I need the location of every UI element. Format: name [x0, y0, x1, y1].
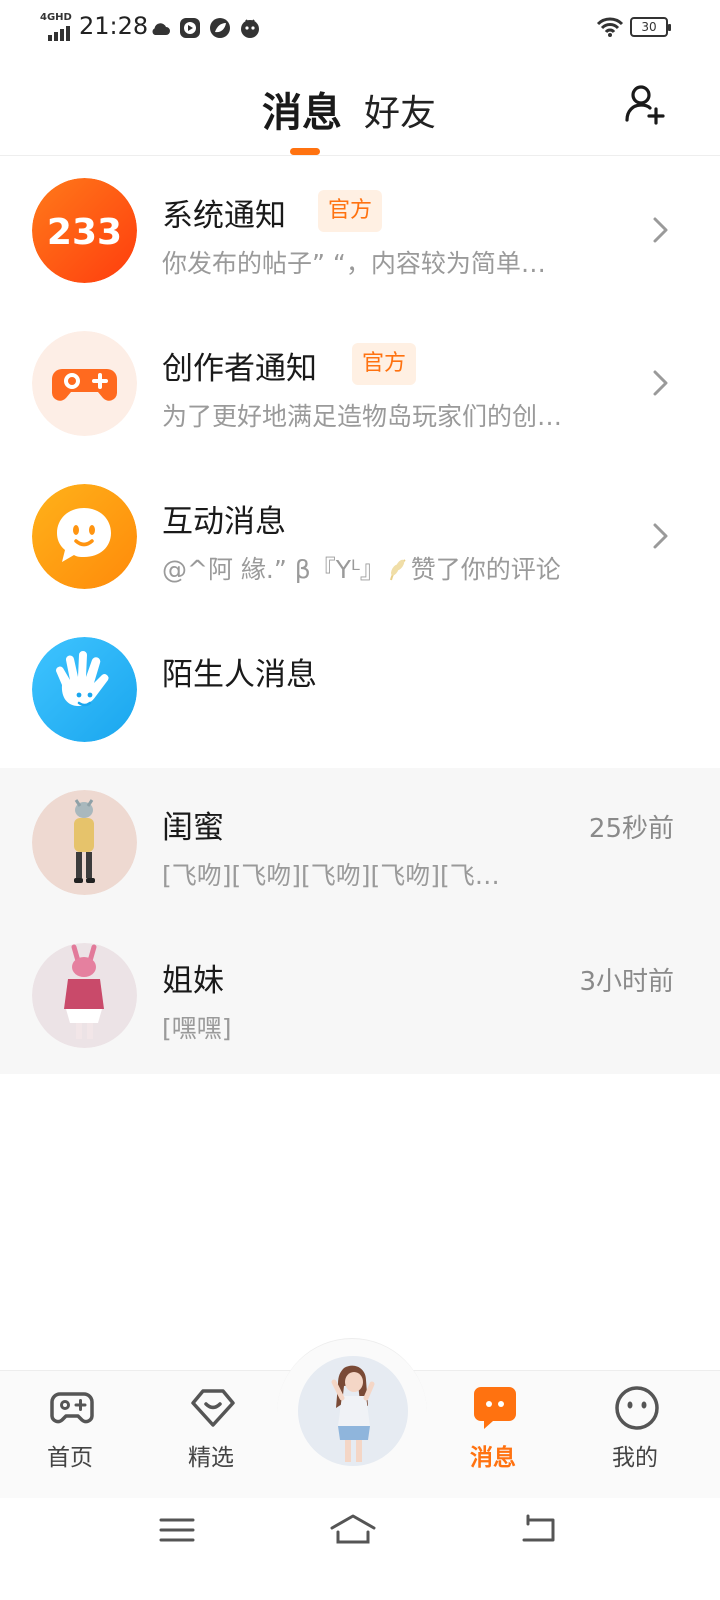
- official-badge: 官方: [318, 190, 383, 232]
- smiley-face-icon: [615, 1386, 659, 1430]
- cloud-icon: [152, 23, 170, 35]
- center-character-avatar[interactable]: [298, 1356, 408, 1466]
- list-item-creator-notice[interactable]: 创作者通知 官方 为了更好地满足造物岛玩家们的创…: [0, 309, 720, 462]
- tab-friends[interactable]: 好友: [364, 84, 436, 136]
- preview-action: 赞了你的评论: [410, 555, 561, 584]
- message-list: 233 系统通知 官方 你发布的帖子” “，内容较为简单… 创作者通知 官方 为…: [0, 156, 720, 1074]
- back-icon[interactable]: [514, 1510, 564, 1550]
- tab-messages[interactable]: 消息: [262, 80, 342, 138]
- list-item-interaction-messages[interactable]: 互动消息 @^阿 緣.” β『Yᴸ』 赞了你的评论: [0, 462, 720, 615]
- diamond-smile-icon: [191, 1389, 235, 1427]
- chevron-right-icon: [653, 370, 668, 396]
- wave-hand-icon: [32, 637, 137, 742]
- nav-label: 我的: [612, 1445, 658, 1471]
- chevron-right-icon: [653, 523, 668, 549]
- video-app-icon: [180, 18, 200, 38]
- chat-smile-icon: [32, 484, 137, 589]
- item-preview: 你发布的帖子” “，内容较为简单…: [162, 249, 546, 278]
- home-icon[interactable]: [328, 1510, 378, 1550]
- item-title: 陌生人消息: [162, 657, 317, 693]
- item-title: 系统通知: [162, 198, 286, 234]
- svg-text:233: 233: [47, 212, 122, 253]
- gamepad-icon: [50, 1392, 94, 1424]
- nav-mine[interactable]: 我的: [585, 1384, 685, 1474]
- item-preview: [嘿嘿]: [162, 1014, 232, 1043]
- list-item-system-notice[interactable]: 233 系统通知 官方 你发布的帖子” “，内容较为简单…: [0, 156, 720, 309]
- avatar: [32, 790, 137, 895]
- nav-home[interactable]: 首页: [20, 1384, 120, 1474]
- message-bubble-icon: [474, 1387, 516, 1429]
- gamepad-icon: [32, 331, 137, 436]
- contact-name: 闺蜜: [162, 810, 224, 846]
- nav-featured[interactable]: 精选: [161, 1384, 261, 1474]
- avatar: [32, 943, 137, 1048]
- item-title: 互动消息: [162, 504, 286, 540]
- item-preview: [飞吻][飞吻][飞吻][飞吻][飞…: [162, 861, 500, 890]
- nav-label: 首页: [47, 1445, 93, 1471]
- wheat-emoji-icon: [389, 559, 406, 581]
- item-preview: 为了更好地满足造物岛玩家们的创…: [162, 402, 563, 431]
- list-item-stranger-messages[interactable]: 陌生人消息: [0, 615, 720, 768]
- leaf-app-icon: [210, 18, 230, 38]
- top-header: 消息 好友: [0, 56, 720, 156]
- 233-logo-icon: 233: [32, 178, 137, 283]
- system-navigation-bar: [0, 1498, 720, 1600]
- battery-level: 30: [641, 20, 657, 34]
- chevron-right-icon: [653, 217, 668, 243]
- preview-sender: @^阿 緣.” β『Yᴸ』: [162, 555, 385, 584]
- item-title: 创作者通知: [162, 351, 317, 387]
- nav-label: 精选: [188, 1445, 234, 1471]
- battery-icon: 30: [630, 17, 671, 37]
- item-preview: @^阿 緣.” β『Yᴸ』 赞了你的评论: [162, 550, 632, 586]
- official-badge: 官方: [352, 343, 417, 385]
- clock: 21:28: [79, 12, 149, 40]
- message-time: 3小时前: [579, 967, 674, 997]
- menu-icon[interactable]: [152, 1510, 202, 1550]
- wifi-icon: [596, 17, 624, 37]
- cellular-signal-icon: 4GHD: [40, 12, 74, 42]
- mascot-app-icon: [241, 19, 259, 38]
- message-time: 25秒前: [588, 814, 674, 844]
- add-friend-icon[interactable]: [624, 82, 668, 126]
- chat-row-jiemei[interactable]: 姐妹 3小时前 [嘿嘿]: [0, 921, 720, 1074]
- network-type: 4GHD: [40, 12, 72, 23]
- contact-name: 姐妹: [162, 963, 224, 999]
- status-bar: 4GHD 21:28 30: [0, 0, 720, 56]
- nav-label: 消息: [470, 1445, 516, 1471]
- nav-messages[interactable]: 消息: [443, 1384, 543, 1474]
- chat-row-guimi[interactable]: 闺蜜 25秒前 [飞吻][飞吻][飞吻][飞吻][飞…: [0, 768, 720, 921]
- active-tab-indicator: [290, 148, 320, 155]
